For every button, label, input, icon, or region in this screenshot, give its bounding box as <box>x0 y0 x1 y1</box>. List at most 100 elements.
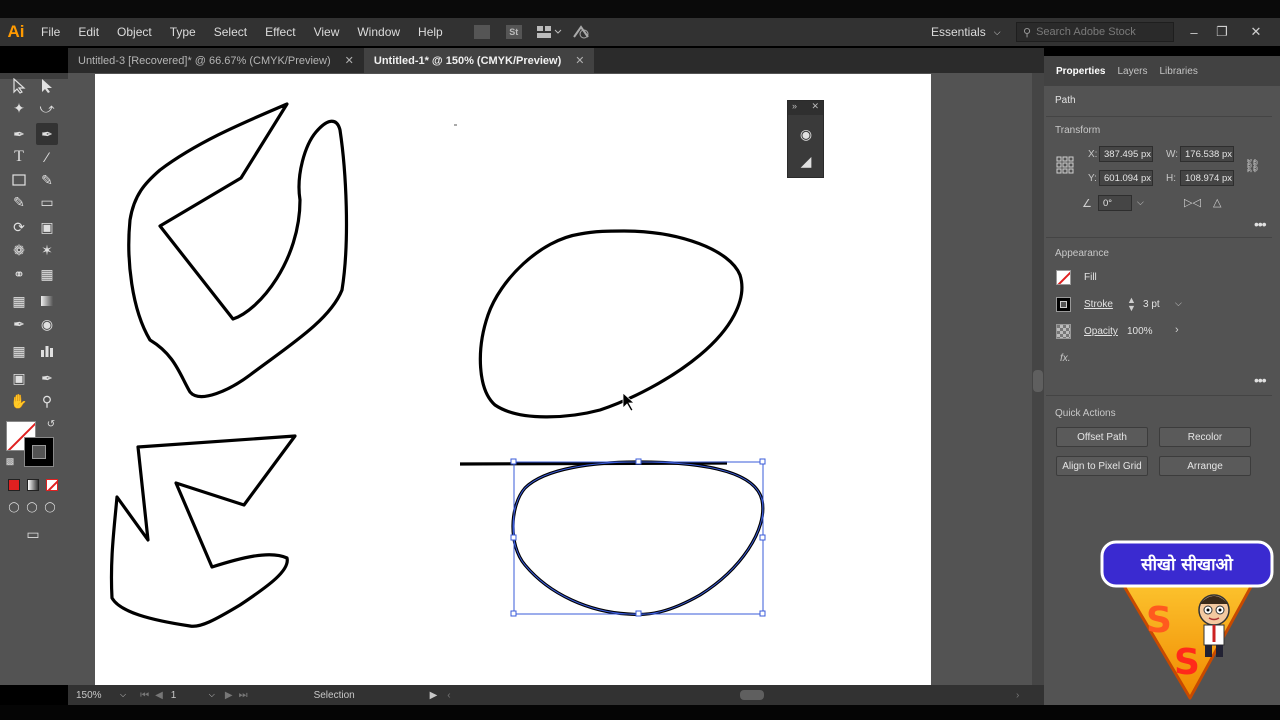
paintbrush-tool-icon[interactable]: ✎ <box>36 169 58 191</box>
restore-button[interactable]: ❐ <box>1208 18 1236 46</box>
width-tool-icon[interactable]: ❁ <box>8 239 30 261</box>
x-field[interactable]: 387.495 px <box>1099 146 1153 162</box>
menu-view[interactable]: View <box>305 18 349 46</box>
swap-fill-stroke-icon[interactable]: ↺ <box>44 417 58 431</box>
menu-type[interactable]: Type <box>161 18 205 46</box>
gradient-mode-icon[interactable] <box>27 479 39 491</box>
tab-layers[interactable]: Layers <box>1111 56 1153 86</box>
more-options-icon[interactable]: ••• <box>1254 216 1267 232</box>
last-artboard-icon[interactable]: ⏭ <box>239 690 248 701</box>
blend-tool-icon[interactable]: ◉ <box>36 313 58 335</box>
gradient-tool-icon[interactable] <box>36 290 58 312</box>
menu-select[interactable]: Select <box>205 18 256 46</box>
stroke-label[interactable]: Stroke <box>1084 299 1113 310</box>
stock-search-input[interactable]: ⚲ Search Adobe Stock <box>1016 22 1174 42</box>
status-menu-arrow-icon[interactable]: ▶ <box>430 690 438 701</box>
opacity-label[interactable]: Opacity <box>1084 326 1118 337</box>
prev-artboard-icon[interactable]: ◀ <box>155 690 163 701</box>
tab-untitled-1[interactable]: Untitled-1* @ 150% (CMYK/Preview) ✕ <box>363 48 595 73</box>
draw-behind-icon[interactable]: ◯ <box>24 499 40 515</box>
screen-mode-icon[interactable]: ▭ <box>22 523 44 545</box>
more-options-icon[interactable]: ••• <box>1254 372 1267 388</box>
perspective-grid-tool-icon[interactable]: ▦ <box>36 263 58 285</box>
chevron-down-icon[interactable]: ⌵ <box>1175 298 1182 309</box>
menu-file[interactable]: File <box>32 18 69 46</box>
scroll-left-icon[interactable]: ‹ <box>447 690 450 701</box>
bridge-icon[interactable] <box>473 25 490 39</box>
draw-normal-icon[interactable]: ◯ <box>6 499 22 515</box>
pen-tool-icon[interactable]: ✒ <box>8 123 30 145</box>
stepper-icon[interactable]: ▲ ▼ <box>1127 296 1136 313</box>
slice-tool-icon[interactable]: ✒ <box>36 367 58 389</box>
hand-tool-icon[interactable]: ✋ <box>8 390 30 412</box>
close-icon[interactable]: ✕ <box>345 54 354 67</box>
rotation-field[interactable]: 0° <box>1098 195 1132 211</box>
artboard-number[interactable]: 1 <box>171 690 209 701</box>
first-artboard-icon[interactable]: ⏮ <box>140 690 149 701</box>
selection-tool-icon[interactable] <box>8 75 30 97</box>
line-segment-tool-icon[interactable]: ⁄ <box>36 146 58 168</box>
opacity-field[interactable]: 100% <box>1127 326 1153 337</box>
offset-path-button[interactable]: Offset Path <box>1056 427 1148 447</box>
gradient-panel-icon[interactable]: ◢ <box>795 150 817 172</box>
default-fill-stroke-icon[interactable]: ▩ <box>4 455 16 467</box>
eyedropper-tool-icon[interactable]: ✒ <box>8 313 30 335</box>
horizontal-scroll-thumb[interactable] <box>740 690 764 700</box>
draw-inside-icon[interactable]: ◯ <box>42 499 58 515</box>
y-field[interactable]: 601.094 px <box>1099 170 1153 186</box>
column-graph-tool-icon[interactable] <box>36 340 58 362</box>
curvature-tool-icon[interactable]: ✒ <box>36 123 58 145</box>
close-icon[interactable]: ✕ <box>575 54 584 67</box>
mesh-tool-icon[interactable]: ▦ <box>8 290 30 312</box>
expand-icon[interactable]: » <box>792 101 797 115</box>
color-guide-icon[interactable]: ◉ <box>795 123 817 145</box>
type-tool-icon[interactable]: T <box>8 146 30 168</box>
rectangle-tool-icon[interactable] <box>8 169 30 191</box>
minimize-button[interactable]: – <box>1180 18 1208 46</box>
chevron-down-icon[interactable]: ⌵ <box>1137 197 1144 208</box>
chevron-right-icon[interactable]: › <box>1175 324 1179 336</box>
artboard-tool-icon[interactable]: ▣ <box>8 367 30 389</box>
workspace-switcher[interactable]: Essentials ⌵ <box>931 18 1001 46</box>
zoom-tool-icon[interactable]: ⚲ <box>36 390 58 412</box>
none-mode-icon[interactable] <box>46 479 58 491</box>
eraser-tool-icon[interactable]: ▭ <box>36 191 58 213</box>
lasso-tool-icon[interactable]: ⤻ <box>36 97 58 119</box>
zoom-level[interactable]: 150% <box>76 690 120 701</box>
scale-tool-icon[interactable]: ▣ <box>36 216 58 238</box>
stroke-swatch[interactable] <box>24 437 54 467</box>
arrange-button[interactable]: Arrange <box>1159 456 1251 476</box>
menu-object[interactable]: Object <box>108 18 161 46</box>
vertical-scroll-thumb[interactable] <box>1033 370 1043 392</box>
puppet-warp-tool-icon[interactable]: ✶ <box>36 239 58 261</box>
symbol-sprayer-tool-icon[interactable]: ▦ <box>8 340 30 362</box>
next-artboard-icon[interactable]: ▶ <box>225 690 233 701</box>
menu-help[interactable]: Help <box>409 18 452 46</box>
shaper-tool-icon[interactable]: ✎ <box>8 191 30 213</box>
stroke-color-swatch[interactable] <box>1056 297 1071 312</box>
color-mode-icon[interactable] <box>8 479 20 491</box>
h-field[interactable]: 108.974 px <box>1180 170 1234 186</box>
menu-edit[interactable]: Edit <box>69 18 108 46</box>
stock-icon[interactable]: St <box>505 25 522 39</box>
flip-horizontal-icon[interactable]: ▷◁ <box>1184 196 1201 209</box>
scroll-right-icon[interactable]: › <box>1016 690 1019 701</box>
constrain-proportions-icon[interactable]: ⛓ <box>1244 158 1261 174</box>
tab-untitled-3[interactable]: Untitled-3 [Recovered]* @ 66.67% (CMYK/P… <box>68 48 364 73</box>
stroke-weight-field[interactable]: 3 pt <box>1143 299 1160 310</box>
close-icon[interactable]: ✕ <box>811 101 819 115</box>
arrange-documents-icon[interactable] <box>536 25 562 39</box>
magic-wand-tool-icon[interactable]: ✦ <box>8 97 30 119</box>
align-to-pixel-grid-button[interactable]: Align to Pixel Grid <box>1056 456 1148 476</box>
menu-effect[interactable]: Effect <box>256 18 304 46</box>
flip-vertical-icon[interactable]: △ <box>1213 196 1221 209</box>
direct-selection-tool-icon[interactable] <box>36 75 58 97</box>
fill-none-swatch[interactable] <box>1056 270 1071 285</box>
reference-point-icon[interactable] <box>1056 156 1074 174</box>
w-field[interactable]: 176.538 px <box>1180 146 1234 162</box>
close-window-button[interactable]: ✕ <box>1242 18 1270 46</box>
tab-properties[interactable]: Properties <box>1050 56 1111 86</box>
fx-button[interactable]: fx. <box>1060 353 1071 364</box>
chevron-down-icon[interactable]: ⌵ <box>120 690 126 700</box>
gpu-performance-icon[interactable] <box>572 24 590 40</box>
